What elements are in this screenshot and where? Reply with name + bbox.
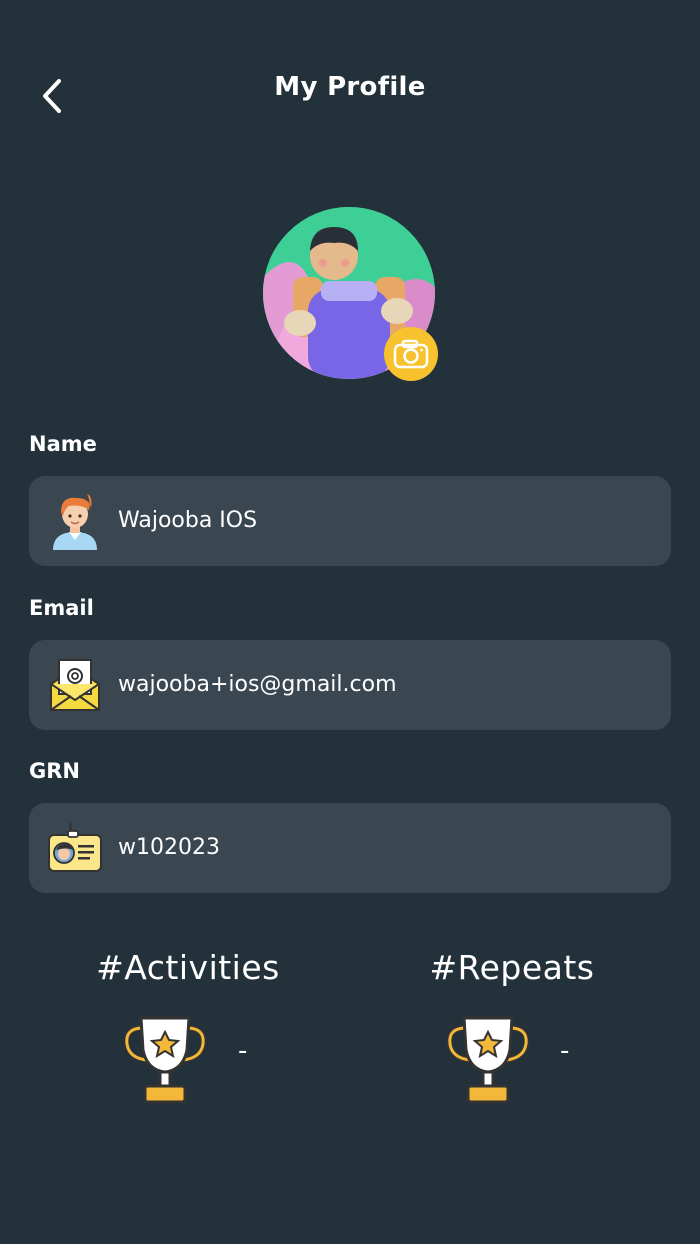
repeats-label: #Repeats xyxy=(429,948,595,987)
trophy-icon xyxy=(446,1014,530,1106)
activities-value: - xyxy=(238,1036,248,1066)
header: My Profile xyxy=(0,0,700,180)
email-value: wajooba+ios@gmail.com xyxy=(118,672,397,697)
profile-avatar-area xyxy=(263,207,439,383)
grn-label: GRN xyxy=(29,759,80,783)
email-label: Email xyxy=(29,596,94,620)
repeats-stat: #Repeats - xyxy=(362,948,662,1118)
page-title: My Profile xyxy=(274,72,426,102)
activities-label: #Activities xyxy=(96,948,280,987)
trophy-icon xyxy=(123,1014,207,1106)
id-card-icon xyxy=(47,819,103,877)
grn-value: w102023 xyxy=(118,835,220,860)
name-label: Name xyxy=(29,432,97,456)
person-icon xyxy=(47,492,103,550)
name-value: Wajooba IOS xyxy=(118,508,258,533)
change-photo-button[interactable] xyxy=(384,327,438,381)
name-field[interactable]: Wajooba IOS xyxy=(29,476,671,566)
camera-icon xyxy=(393,339,429,369)
envelope-icon xyxy=(47,656,103,714)
grn-field[interactable]: w102023 xyxy=(29,803,671,893)
activities-stat: #Activities - xyxy=(38,948,338,1118)
email-field[interactable]: wajooba+ios@gmail.com xyxy=(29,640,671,730)
repeats-value: - xyxy=(560,1036,570,1066)
